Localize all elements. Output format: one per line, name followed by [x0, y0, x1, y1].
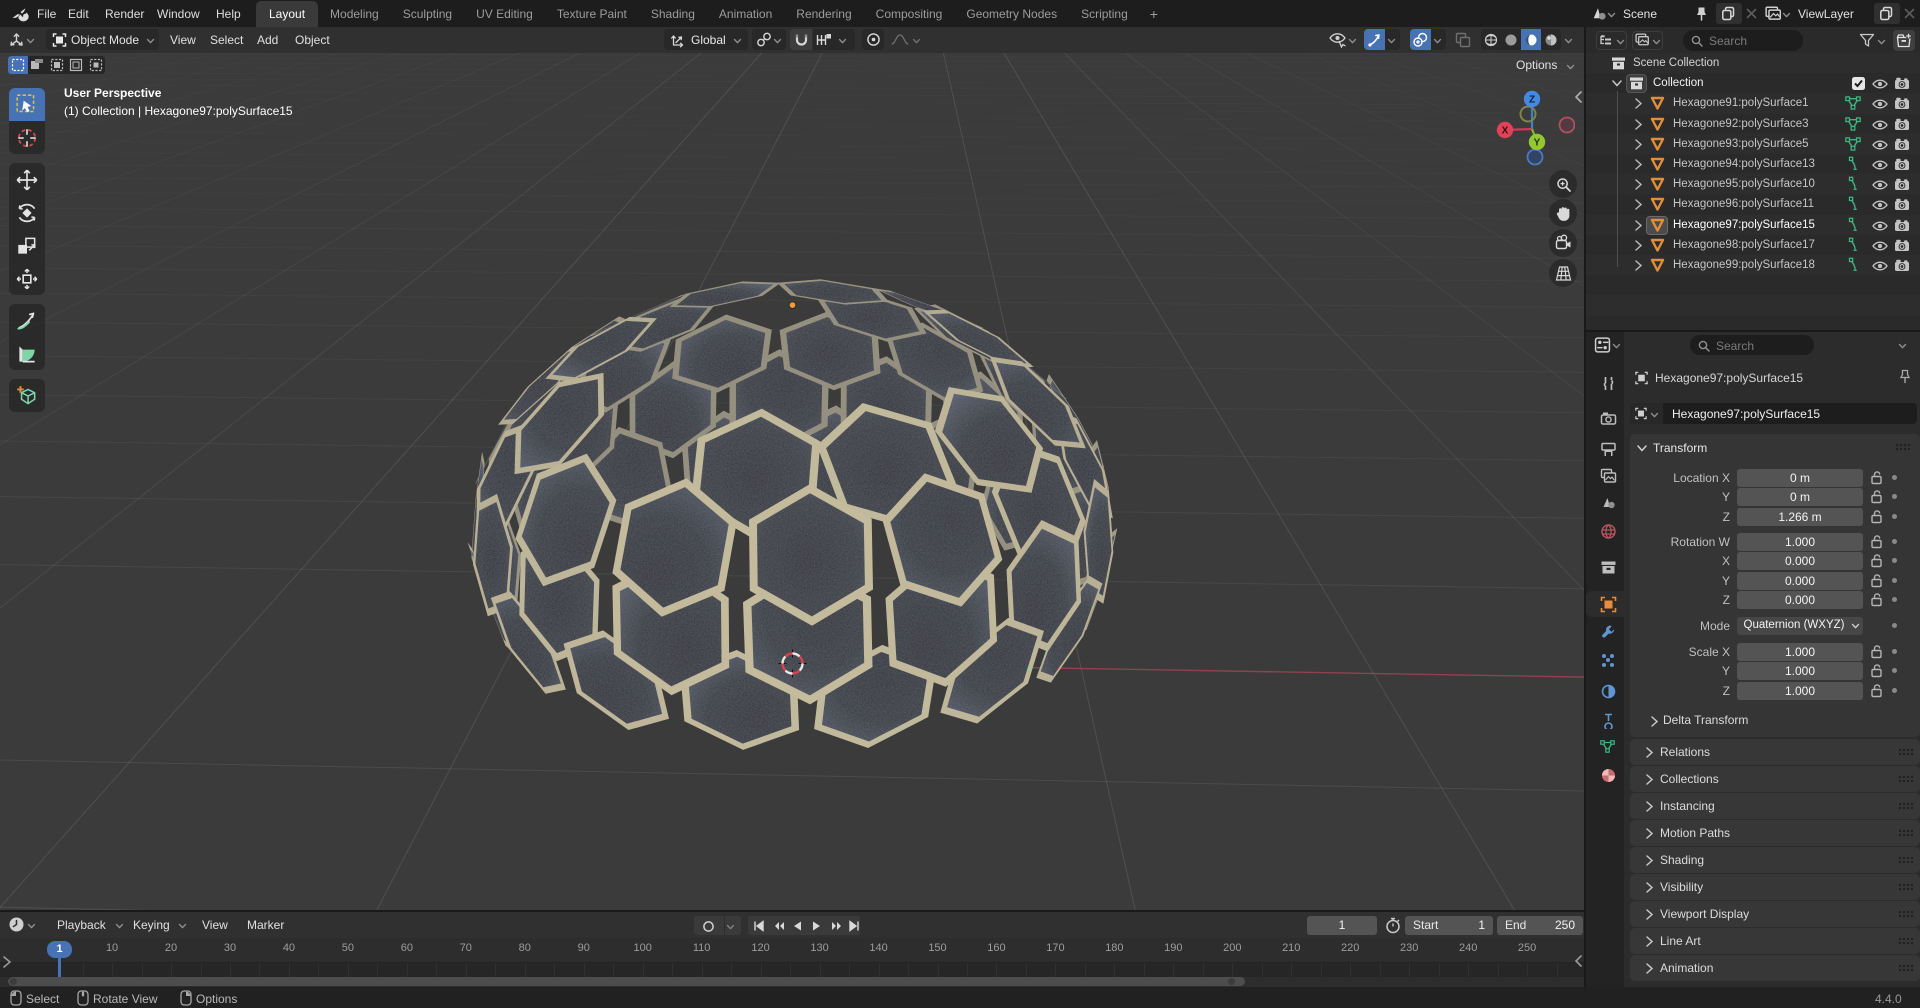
svg-text:X: X: [1502, 126, 1509, 137]
svg-text:Y: Y: [1534, 138, 1541, 149]
svg-text:Z: Z: [1529, 95, 1535, 106]
